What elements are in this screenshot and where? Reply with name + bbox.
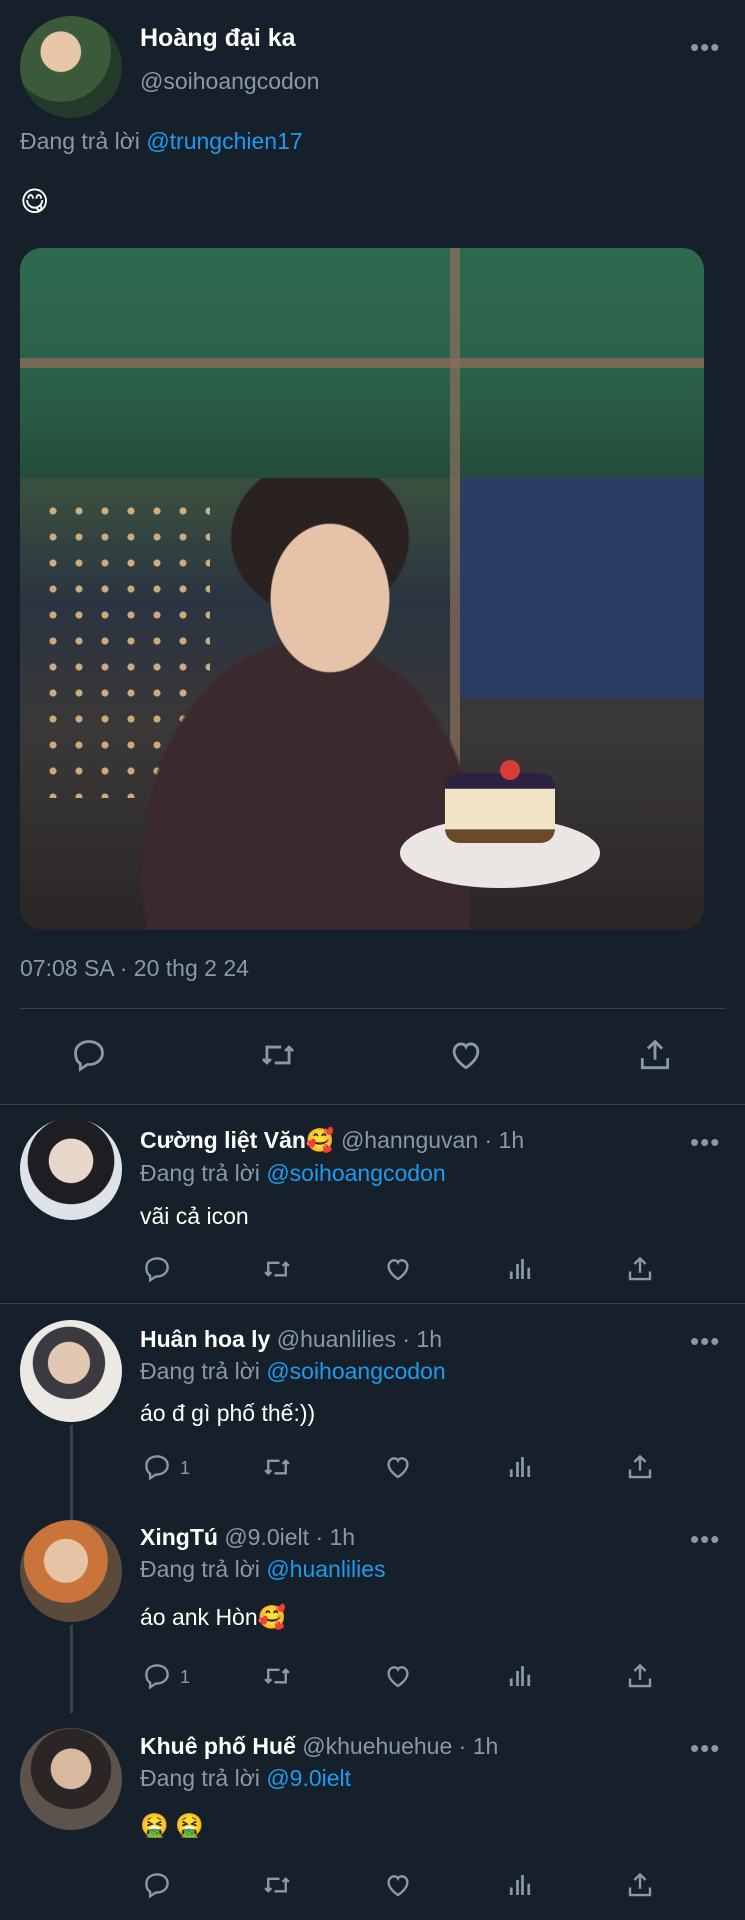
reply-text: áo đ gì phố thế:)) (140, 1400, 316, 1426)
more-options-icon[interactable]: ••• (690, 1733, 720, 1764)
replying-to: Đang trả lời @soihoangcodon (140, 1160, 446, 1187)
replying-to: Đang trả lời @9.0ielt (140, 1765, 351, 1792)
author-handle[interactable]: @soihoangcodon (140, 68, 319, 95)
avatar[interactable] (20, 1728, 122, 1830)
author-handle[interactable]: @huanlilies · 1h (277, 1326, 442, 1352)
reply-to-link[interactable]: @huanlilies (266, 1556, 385, 1582)
avatar[interactable] (20, 1520, 122, 1622)
reply-action-bar (0, 1254, 745, 1288)
divider (0, 1303, 745, 1304)
author-handle[interactable]: @9.0ielt · 1h (224, 1524, 355, 1550)
reply-header: Huân hoa ly @huanlilies · 1h (140, 1326, 442, 1353)
analytics-icon[interactable] (505, 1661, 535, 1691)
reply-icon[interactable] (142, 1870, 172, 1900)
reply-text: 🤮 🤮 (140, 1812, 204, 1838)
reply-icon[interactable] (142, 1452, 172, 1482)
author-name[interactable]: Khuê phố Huế (140, 1733, 296, 1759)
replying-to: Đang trả lời @huanlilies (140, 1556, 386, 1583)
reply-icon[interactable] (70, 1036, 108, 1074)
reply-prefix: Đang trả lời (20, 128, 147, 154)
reply-icon[interactable] (142, 1661, 172, 1691)
reply-to-link[interactable]: @soihoangcodon (266, 1160, 445, 1186)
reply-to-link[interactable]: @9.0ielt (266, 1765, 351, 1791)
author-name[interactable]: Hoàng đại ka (140, 24, 296, 53)
reply-action-bar (0, 1870, 745, 1904)
reply-prefix: Đang trả lời (140, 1358, 267, 1384)
author-name[interactable]: Huân hoa ly (140, 1326, 270, 1352)
share-icon[interactable] (625, 1452, 655, 1482)
reply-header: Khuê phố Huế @khuehuehue · 1h (140, 1733, 498, 1760)
avatar[interactable] (20, 16, 122, 118)
like-icon[interactable] (383, 1452, 413, 1482)
like-icon[interactable] (383, 1254, 413, 1284)
reply-action-bar: 1 (0, 1452, 745, 1486)
author-name[interactable]: Cường liệt Văn🥰 (140, 1127, 335, 1153)
share-icon[interactable] (625, 1661, 655, 1691)
reply-prefix: Đang trả lời (140, 1765, 267, 1791)
author-handle[interactable]: @hannguvan · 1h (341, 1127, 524, 1153)
author-name[interactable]: XingTú (140, 1524, 218, 1550)
reply-count: 1 (180, 1458, 191, 1478)
retweet-icon[interactable] (260, 1452, 294, 1482)
reply-prefix: Đang trả lời (140, 1160, 267, 1186)
reply-header: XingTú @9.0ielt · 1h (140, 1524, 355, 1551)
tweet-text: 😋 (20, 186, 50, 217)
more-options-icon[interactable]: ••• (690, 1127, 720, 1158)
more-options-icon[interactable]: ••• (690, 1524, 720, 1555)
retweet-icon[interactable] (260, 1661, 294, 1691)
retweet-icon[interactable] (260, 1254, 294, 1284)
reply-header: Cường liệt Văn🥰 @hannguvan · 1h (140, 1127, 524, 1154)
like-icon[interactable] (383, 1661, 413, 1691)
replying-to: Đang trả lời @trungchien17 (20, 128, 303, 155)
reply-prefix: Đang trả lời (140, 1556, 267, 1582)
analytics-icon[interactable] (505, 1452, 535, 1482)
reply-text: áo ank Hòn🥰 (140, 1604, 287, 1630)
tweet-timestamp[interactable]: 07:08 SA · 20 thg 2 24 (20, 955, 249, 982)
divider (20, 1008, 725, 1009)
retweet-icon[interactable] (257, 1036, 299, 1074)
reply-icon[interactable] (142, 1254, 172, 1284)
replying-to: Đang trả lời @soihoangcodon (140, 1358, 446, 1385)
analytics-icon[interactable] (505, 1870, 535, 1900)
analytics-icon[interactable] (505, 1254, 535, 1284)
reply-action-bar: 1 (0, 1661, 745, 1695)
avatar[interactable] (20, 1320, 122, 1422)
reply-to-link[interactable]: @soihoangcodon (266, 1358, 445, 1384)
avatar[interactable] (20, 1118, 122, 1220)
reply-text: vãi cả icon (140, 1203, 249, 1229)
like-icon[interactable] (383, 1870, 413, 1900)
author-handle[interactable]: @khuehuehue · 1h (302, 1733, 498, 1759)
reply-count: 1 (180, 1667, 191, 1687)
share-icon[interactable] (625, 1870, 655, 1900)
share-icon[interactable] (625, 1254, 655, 1284)
more-options-icon[interactable]: ••• (690, 32, 720, 63)
share-icon[interactable] (636, 1036, 674, 1074)
retweet-icon[interactable] (260, 1870, 294, 1900)
like-icon[interactable] (447, 1036, 485, 1074)
main-action-bar (0, 1036, 745, 1076)
divider (0, 1104, 745, 1105)
tweet-photo[interactable] (20, 248, 704, 930)
reply-to-link[interactable]: @trungchien17 (146, 128, 302, 154)
more-options-icon[interactable]: ••• (690, 1326, 720, 1357)
